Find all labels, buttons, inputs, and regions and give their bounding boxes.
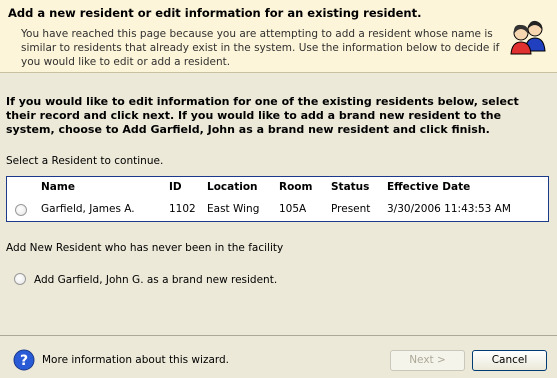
cell-location: East Wing <box>207 203 260 215</box>
cell-status: Present <box>331 203 371 215</box>
help-icon[interactable]: ? <box>13 349 35 371</box>
cell-id: 1102 <box>169 203 196 215</box>
add-new-label: Add New Resident who has never been in t… <box>6 242 284 254</box>
column-header-id: ID <box>169 181 182 193</box>
header-description: You have reached this page because you a… <box>21 28 500 68</box>
wizard-body: If you would like to edit information fo… <box>0 73 557 335</box>
select-resident-label: Select a Resident to continue. <box>6 155 164 167</box>
column-header-room: Room <box>279 181 313 193</box>
cell-name: Garfield, James A. <box>41 203 135 215</box>
wizard-header: Add a new resident or edit information f… <box>0 0 557 73</box>
cancel-button[interactable]: Cancel <box>472 350 547 371</box>
cell-effective-date: 3/30/2006 11:43:53 AM <box>387 203 511 215</box>
svg-text:?: ? <box>20 353 28 369</box>
resident-radio[interactable] <box>15 204 27 216</box>
footer-divider <box>0 335 557 336</box>
add-new-radio[interactable] <box>14 273 26 285</box>
column-header-name: Name <box>41 181 75 193</box>
header-title: Add a new resident or edit information f… <box>8 6 422 20</box>
next-button[interactable]: Next > <box>390 350 465 371</box>
cell-room: 105A <box>279 203 307 215</box>
instructions-text: If you would like to edit information fo… <box>6 95 519 136</box>
column-header-effective-date: Effective Date <box>387 181 471 193</box>
resident-table: Name ID Location Room Status Effective D… <box>6 176 549 222</box>
people-icon <box>510 20 546 55</box>
more-info-link[interactable]: More information about this wizard. <box>42 354 229 366</box>
add-new-option-label[interactable]: Add Garfield, John G. as a brand new res… <box>34 274 277 286</box>
column-header-location: Location <box>207 181 258 193</box>
column-header-status: Status <box>331 181 370 193</box>
